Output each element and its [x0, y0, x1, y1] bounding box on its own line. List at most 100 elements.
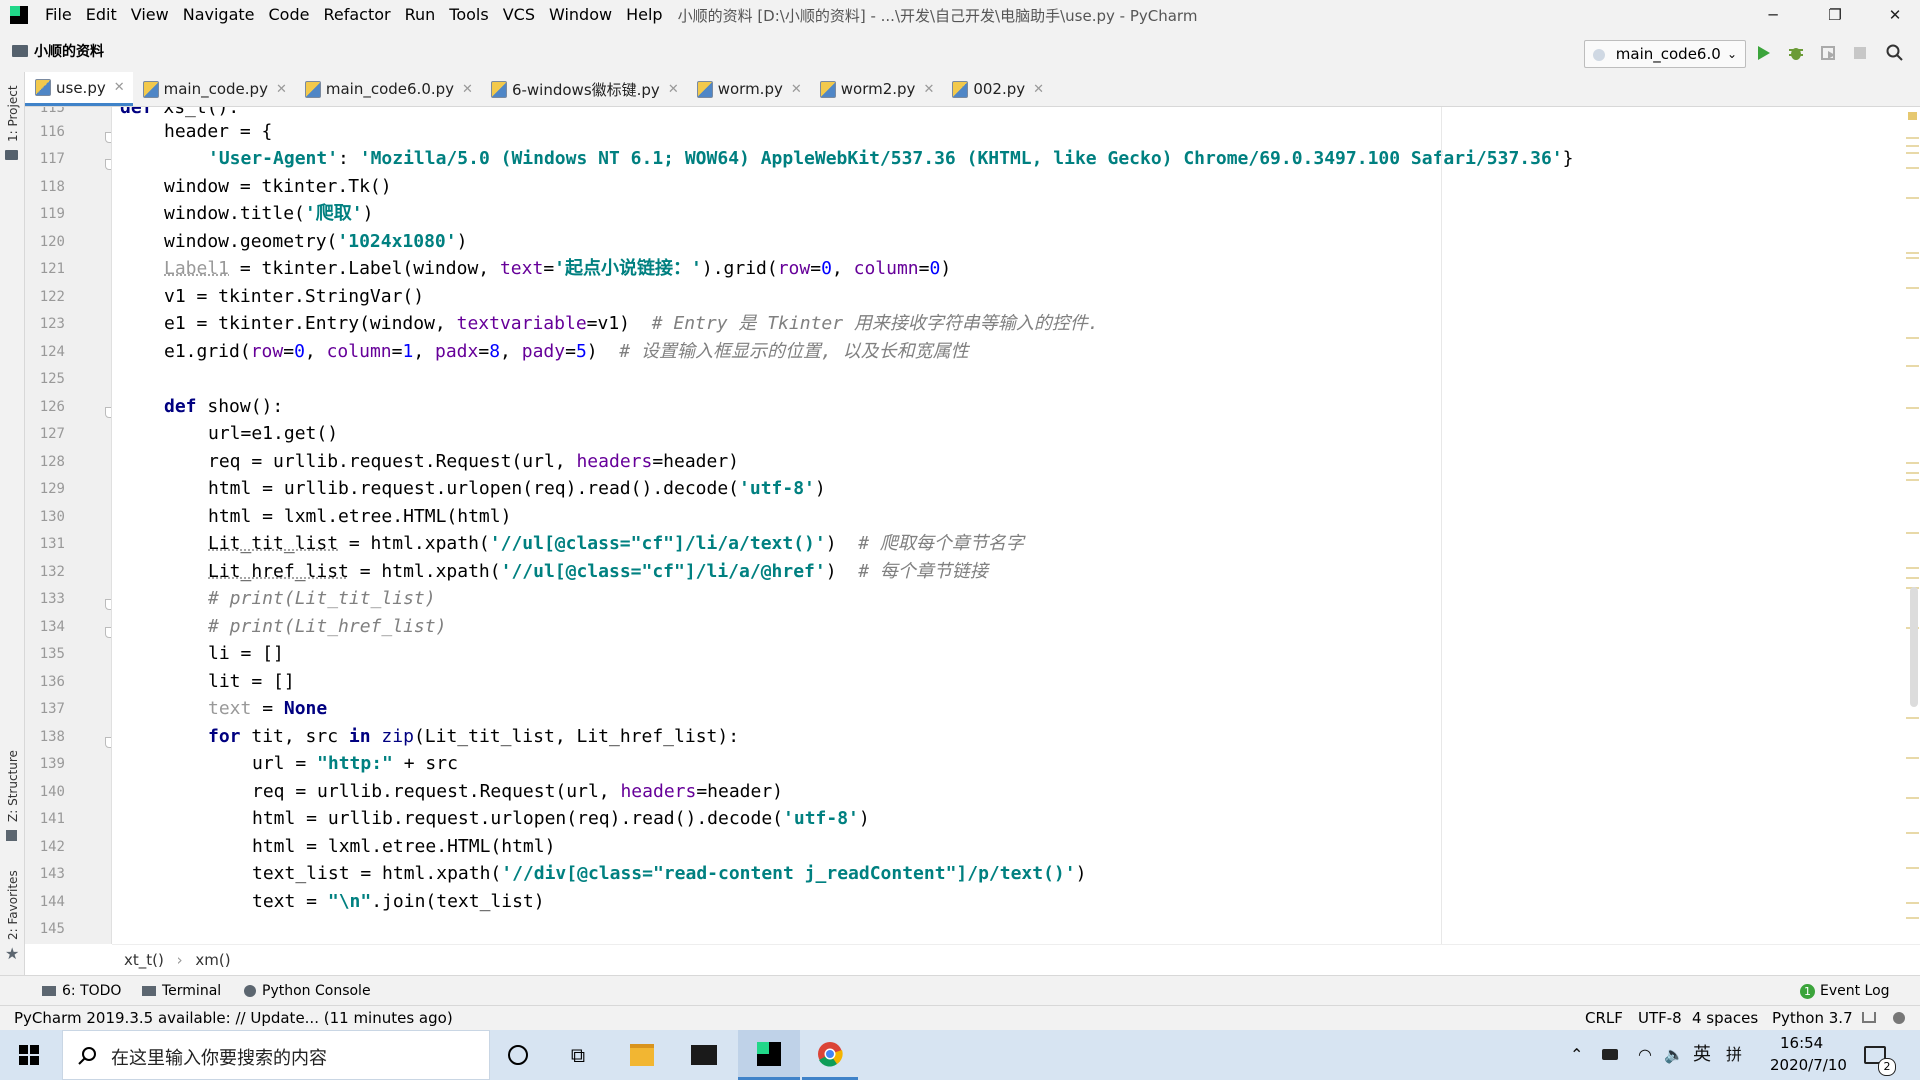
menu-tools[interactable]: Tools [442, 0, 495, 30]
run-coverage-icon[interactable] [1820, 45, 1838, 61]
lock-icon[interactable] [1862, 1012, 1876, 1023]
tab-worm-py[interactable]: worm.py ✕ [687, 72, 810, 106]
line-number: 141 [39, 811, 65, 827]
close-button[interactable]: ✕ [1872, 0, 1918, 30]
code-editor[interactable]: def xs_t(): header = { 'User-Agent': 'Mo… [112, 107, 1902, 944]
stop-icon[interactable] [1853, 46, 1867, 60]
python-console-icon [244, 985, 256, 997]
line-number: 143 [39, 866, 65, 882]
taskbar-search-box[interactable]: 在这里输入你要搜索的内容 [62, 1030, 490, 1080]
fold-marker-icon[interactable] [105, 627, 111, 638]
chrome-icon [818, 1041, 843, 1067]
file-explorer-button[interactable] [614, 1030, 670, 1080]
python-console-tool-button[interactable]: Python Console [244, 976, 371, 1006]
structure-tool-tab[interactable]: Z: Structure [6, 750, 20, 822]
close-icon[interactable]: ✕ [668, 82, 679, 97]
encoding-widget[interactable]: UTF-8 [1638, 1006, 1682, 1031]
restore-button[interactable]: ❐ [1812, 0, 1858, 30]
terminal-app-button[interactable] [676, 1030, 732, 1080]
tab-002-py[interactable]: 002.py ✕ [942, 72, 1052, 106]
python-icon [1593, 48, 1605, 61]
menu-window[interactable]: Window [542, 0, 619, 30]
line-number: 121 [39, 261, 65, 277]
project-name[interactable]: 小顺的资料 [34, 41, 104, 61]
close-icon[interactable]: ✕ [114, 80, 125, 95]
pycharm-taskbar-button[interactable] [738, 1030, 800, 1080]
terminal-tool-button[interactable]: Terminal [142, 976, 221, 1006]
folder-icon [630, 1044, 654, 1066]
run-icon[interactable] [1755, 45, 1771, 61]
status-message[interactable]: PyCharm 2019.3.5 available: // Update...… [14, 1006, 453, 1031]
tab-main-code6-py[interactable]: main_code6.0.py ✕ [295, 72, 481, 106]
fold-marker-icon[interactable] [105, 599, 111, 610]
todo-tool-button[interactable]: 6: TODO [42, 976, 121, 1006]
fold-marker-icon[interactable] [105, 737, 111, 748]
fold-marker-icon[interactable] [105, 407, 111, 418]
close-icon[interactable]: ✕ [276, 82, 287, 97]
menu-help[interactable]: Help [619, 0, 669, 30]
search-placeholder: 在这里输入你要搜索的内容 [111, 1048, 327, 1069]
interpreter-widget[interactable]: Python 3.7 [1772, 1006, 1853, 1031]
tab-label: main_code6.0.py [325, 80, 455, 98]
project-tool-tab[interactable]: 1: Project [6, 85, 20, 142]
python-file-icon [35, 79, 51, 96]
debug-icon[interactable] [1787, 45, 1805, 61]
volume-icon[interactable]: 🔈 [1664, 1030, 1684, 1080]
line-number: 125 [39, 371, 65, 387]
run-config-select[interactable]: main_code6.0 ⌄ [1584, 40, 1746, 68]
ime-mode-indicator[interactable]: 拼 [1726, 1030, 1742, 1080]
clock-time[interactable]: 16:54 [1780, 1034, 1823, 1052]
tab-6-windows-py[interactable]: 6-windows徽标键.py ✕ [481, 72, 687, 106]
favorites-tool-tab[interactable]: 2: Favorites [6, 870, 20, 940]
code-line-133: # print(Lit_tit_list) [208, 588, 436, 609]
tab-worm2-py[interactable]: worm2.py ✕ [810, 72, 943, 106]
close-icon[interactable]: ✕ [791, 82, 802, 97]
line-separator-widget[interactable]: CRLF [1585, 1006, 1623, 1031]
line-number: 115 [39, 107, 65, 116]
inspector-icon[interactable] [1893, 1012, 1905, 1024]
close-icon[interactable]: ✕ [923, 82, 934, 97]
start-button[interactable] [0, 1030, 58, 1080]
breadcrumb-item[interactable]: xm() [195, 951, 230, 969]
menu-file[interactable]: File [38, 0, 79, 30]
fold-marker-icon[interactable] [105, 159, 111, 170]
close-icon[interactable]: ✕ [1033, 82, 1044, 97]
breadcrumb-item[interactable]: xt_t() [124, 951, 164, 969]
warning-icon[interactable] [1908, 112, 1917, 120]
ime-indicator[interactable]: 英 [1693, 1030, 1711, 1080]
cortana-button[interactable] [492, 1030, 544, 1080]
code-line-139: url = "http:" + src [252, 753, 458, 774]
code-line-118: window = tkinter.Tk() [164, 176, 392, 197]
clock-date[interactable]: 2020/7/10 [1770, 1056, 1847, 1074]
event-log-button[interactable]: 1 Event Log [1800, 976, 1890, 1006]
fold-marker-icon[interactable] [105, 132, 111, 143]
tab-main-code-py[interactable]: main_code.py ✕ [133, 72, 295, 106]
menu-code[interactable]: Code [262, 0, 317, 30]
line-number: 131 [39, 536, 65, 552]
code-line-138: for tit, src in zip(Lit_tit_list, Lit_hr… [208, 726, 740, 747]
line-number: 132 [39, 564, 65, 580]
menu-refactor[interactable]: Refactor [316, 0, 397, 30]
task-view-button[interactable]: ⧉ [552, 1030, 604, 1080]
run-config-label: main_code6.0 [1615, 45, 1721, 63]
scrollbar-thumb[interactable] [1910, 587, 1918, 707]
menu-navigate[interactable]: Navigate [176, 0, 262, 30]
error-stripe[interactable] [1902, 107, 1920, 944]
battery-icon[interactable] [1602, 1049, 1618, 1060]
wifi-icon[interactable]: ◠ [1638, 1030, 1652, 1080]
minimize-button[interactable]: ─ [1750, 0, 1796, 30]
search-icon[interactable] [1886, 44, 1904, 62]
menu-vcs[interactable]: VCS [496, 0, 542, 30]
menu-run[interactable]: Run [398, 0, 443, 30]
menu-edit[interactable]: Edit [79, 0, 124, 30]
line-number: 145 [39, 921, 65, 937]
chevron-right-icon: › [176, 951, 183, 969]
line-number: 122 [39, 289, 65, 305]
menu-view[interactable]: View [124, 0, 176, 30]
tab-use-py[interactable]: use.py ✕ [25, 72, 133, 106]
code-line-117: 'User-Agent': 'Mozilla/5.0 (Windows NT 6… [208, 148, 1574, 169]
chevron-up-icon[interactable]: ⌃ [1570, 1030, 1583, 1080]
close-icon[interactable]: ✕ [462, 82, 473, 97]
chrome-taskbar-button[interactable] [802, 1030, 858, 1080]
indent-widget[interactable]: 4 spaces [1692, 1006, 1758, 1031]
